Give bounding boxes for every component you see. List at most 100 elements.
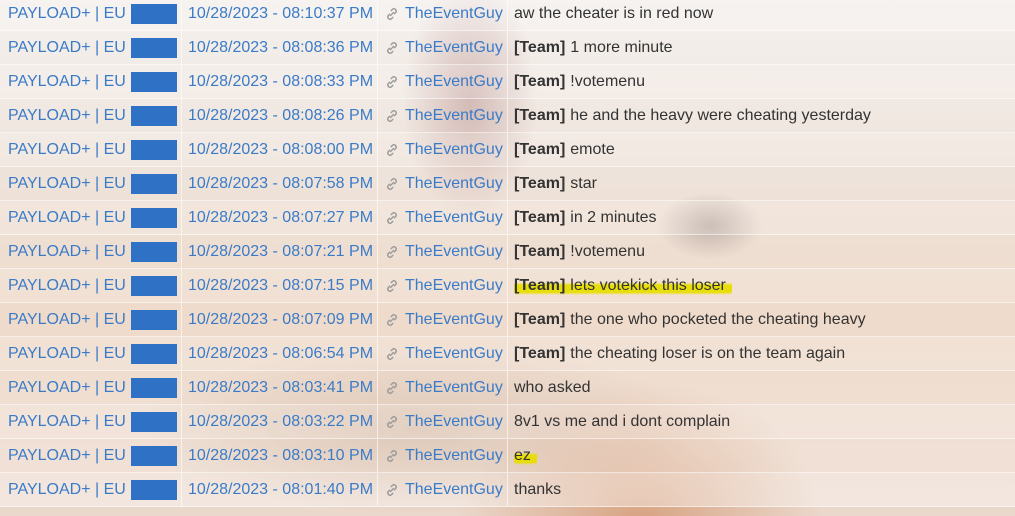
- server-name[interactable]: PAYLOAD+ | EU: [8, 243, 126, 261]
- server-name[interactable]: PAYLOAD+ | EU: [8, 5, 126, 23]
- timestamp-link[interactable]: 10/28/2023 - 08:10:37 PM: [188, 5, 373, 23]
- timestamp-link[interactable]: 10/28/2023 - 08:03:10 PM: [188, 447, 373, 465]
- link-icon[interactable]: [384, 380, 400, 396]
- player-name-link[interactable]: TheEventGuy: [405, 73, 503, 91]
- timestamp-cell[interactable]: 10/28/2023 - 08:08:26 PM: [182, 99, 378, 132]
- link-icon[interactable]: [384, 414, 400, 430]
- player-name-link[interactable]: TheEventGuy: [405, 5, 503, 23]
- server-cell[interactable]: PAYLOAD+ | EU: [0, 269, 182, 302]
- player-cell[interactable]: TheEventGuy: [378, 337, 508, 370]
- timestamp-link[interactable]: 10/28/2023 - 08:08:36 PM: [188, 39, 373, 57]
- server-name[interactable]: PAYLOAD+ | EU: [8, 481, 126, 499]
- server-name[interactable]: PAYLOAD+ | EU: [8, 447, 126, 465]
- link-icon[interactable]: [384, 278, 400, 294]
- timestamp-cell[interactable]: 10/28/2023 - 08:07:15 PM: [182, 269, 378, 302]
- timestamp-cell[interactable]: 10/28/2023 - 08:03:41 PM: [182, 371, 378, 404]
- player-cell[interactable]: TheEventGuy: [378, 133, 508, 166]
- player-name-link[interactable]: TheEventGuy: [405, 277, 503, 295]
- timestamp-link[interactable]: 10/28/2023 - 08:07:09 PM: [188, 311, 373, 329]
- server-cell[interactable]: PAYLOAD+ | EU: [0, 31, 182, 64]
- player-name-link[interactable]: TheEventGuy: [405, 379, 503, 397]
- player-cell[interactable]: TheEventGuy: [378, 235, 508, 268]
- link-icon[interactable]: [384, 244, 400, 260]
- timestamp-cell[interactable]: 10/28/2023 - 08:06:54 PM: [182, 337, 378, 370]
- timestamp-cell[interactable]: 10/28/2023 - 08:03:22 PM: [182, 405, 378, 438]
- player-cell[interactable]: TheEventGuy: [378, 371, 508, 404]
- timestamp-link[interactable]: 10/28/2023 - 08:07:21 PM: [188, 243, 373, 261]
- link-icon[interactable]: [384, 6, 400, 22]
- player-cell[interactable]: TheEventGuy: [378, 303, 508, 336]
- player-cell[interactable]: TheEventGuy: [378, 0, 508, 30]
- player-cell[interactable]: TheEventGuy: [378, 31, 508, 64]
- server-name[interactable]: PAYLOAD+ | EU: [8, 277, 126, 295]
- server-cell[interactable]: PAYLOAD+ | EU: [0, 99, 182, 132]
- server-cell[interactable]: PAYLOAD+ | EU: [0, 65, 182, 98]
- server-cell[interactable]: PAYLOAD+ | EU: [0, 371, 182, 404]
- timestamp-link[interactable]: 10/28/2023 - 08:07:15 PM: [188, 277, 373, 295]
- timestamp-cell[interactable]: 10/28/2023 - 08:07:09 PM: [182, 303, 378, 336]
- link-icon[interactable]: [384, 74, 400, 90]
- link-icon[interactable]: [384, 210, 400, 226]
- server-cell[interactable]: PAYLOAD+ | EU: [0, 337, 182, 370]
- server-cell[interactable]: PAYLOAD+ | EU: [0, 439, 182, 472]
- server-cell[interactable]: PAYLOAD+ | EU: [0, 405, 182, 438]
- timestamp-link[interactable]: 10/28/2023 - 08:07:58 PM: [188, 175, 373, 193]
- server-name[interactable]: PAYLOAD+ | EU: [8, 379, 126, 397]
- timestamp-link[interactable]: 10/28/2023 - 08:01:40 PM: [188, 481, 373, 499]
- timestamp-cell[interactable]: 10/28/2023 - 08:01:40 PM: [182, 473, 378, 506]
- server-name[interactable]: PAYLOAD+ | EU: [8, 413, 126, 431]
- link-icon[interactable]: [384, 108, 400, 124]
- player-cell[interactable]: TheEventGuy: [378, 269, 508, 302]
- player-cell[interactable]: TheEventGuy: [378, 65, 508, 98]
- server-cell[interactable]: PAYLOAD+ | EU: [0, 167, 182, 200]
- link-icon[interactable]: [384, 142, 400, 158]
- server-name[interactable]: PAYLOAD+ | EU: [8, 73, 126, 91]
- timestamp-link[interactable]: 10/28/2023 - 08:06:54 PM: [188, 345, 373, 363]
- timestamp-link[interactable]: 10/28/2023 - 08:08:26 PM: [188, 107, 373, 125]
- timestamp-link[interactable]: 10/28/2023 - 08:07:27 PM: [188, 209, 373, 227]
- player-cell[interactable]: TheEventGuy: [378, 99, 508, 132]
- player-cell[interactable]: TheEventGuy: [378, 167, 508, 200]
- server-cell[interactable]: PAYLOAD+ | EU: [0, 235, 182, 268]
- timestamp-cell[interactable]: 10/28/2023 - 08:08:00 PM: [182, 133, 378, 166]
- server-name[interactable]: PAYLOAD+ | EU: [8, 107, 126, 125]
- timestamp-cell[interactable]: 10/28/2023 - 08:07:21 PM: [182, 235, 378, 268]
- timestamp-link[interactable]: 10/28/2023 - 08:08:00 PM: [188, 141, 373, 159]
- player-name-link[interactable]: TheEventGuy: [405, 39, 503, 57]
- player-name-link[interactable]: TheEventGuy: [405, 141, 503, 159]
- player-name-link[interactable]: TheEventGuy: [405, 447, 503, 465]
- timestamp-link[interactable]: 10/28/2023 - 08:03:22 PM: [188, 413, 373, 431]
- player-name-link[interactable]: TheEventGuy: [405, 311, 503, 329]
- server-cell[interactable]: PAYLOAD+ | EU: [0, 133, 182, 166]
- player-cell[interactable]: TheEventGuy: [378, 201, 508, 234]
- timestamp-link[interactable]: 10/28/2023 - 08:08:33 PM: [188, 73, 373, 91]
- server-name[interactable]: PAYLOAD+ | EU: [8, 311, 126, 329]
- link-icon[interactable]: [384, 482, 400, 498]
- link-icon[interactable]: [384, 448, 400, 464]
- link-icon[interactable]: [384, 40, 400, 56]
- server-name[interactable]: PAYLOAD+ | EU: [8, 141, 126, 159]
- timestamp-cell[interactable]: 10/28/2023 - 08:10:37 PM: [182, 0, 378, 30]
- player-name-link[interactable]: TheEventGuy: [405, 209, 503, 227]
- link-icon[interactable]: [384, 312, 400, 328]
- player-cell[interactable]: TheEventGuy: [378, 439, 508, 472]
- timestamp-cell[interactable]: 10/28/2023 - 08:08:36 PM: [182, 31, 378, 64]
- player-name-link[interactable]: TheEventGuy: [405, 413, 503, 431]
- player-name-link[interactable]: TheEventGuy: [405, 345, 503, 363]
- player-cell[interactable]: TheEventGuy: [378, 405, 508, 438]
- player-cell[interactable]: TheEventGuy: [378, 473, 508, 506]
- timestamp-cell[interactable]: 10/28/2023 - 08:07:58 PM: [182, 167, 378, 200]
- server-cell[interactable]: PAYLOAD+ | EU: [0, 201, 182, 234]
- server-cell[interactable]: PAYLOAD+ | EU: [0, 473, 182, 506]
- timestamp-link[interactable]: 10/28/2023 - 08:03:41 PM: [188, 379, 373, 397]
- player-name-link[interactable]: TheEventGuy: [405, 107, 503, 125]
- timestamp-cell[interactable]: 10/28/2023 - 08:07:27 PM: [182, 201, 378, 234]
- timestamp-cell[interactable]: 10/28/2023 - 08:03:10 PM: [182, 439, 378, 472]
- player-name-link[interactable]: TheEventGuy: [405, 175, 503, 193]
- server-name[interactable]: PAYLOAD+ | EU: [8, 175, 126, 193]
- link-icon[interactable]: [384, 176, 400, 192]
- link-icon[interactable]: [384, 346, 400, 362]
- server-name[interactable]: PAYLOAD+ | EU: [8, 39, 126, 57]
- server-name[interactable]: PAYLOAD+ | EU: [8, 209, 126, 227]
- player-name-link[interactable]: TheEventGuy: [405, 481, 503, 499]
